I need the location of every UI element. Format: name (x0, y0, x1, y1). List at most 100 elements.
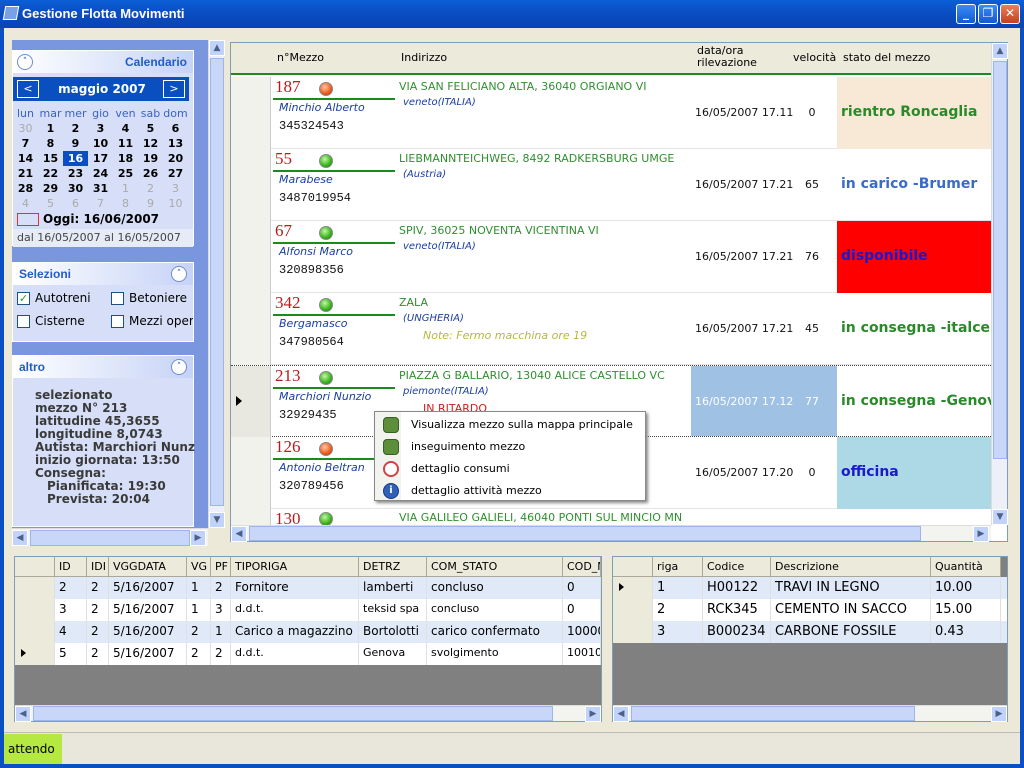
column-header[interactable]: n°Mezzo (271, 43, 395, 75)
row-selector[interactable] (231, 77, 271, 149)
calendar-day[interactable]: 26 (138, 166, 163, 181)
calendar-day[interactable]: 6 (63, 196, 88, 211)
scroll-thumb[interactable] (249, 526, 921, 541)
calendar-day[interactable]: 3 (163, 181, 188, 196)
scroll-up-icon[interactable]: ▲ (992, 43, 1008, 59)
row-selector[interactable] (231, 293, 271, 365)
scroll-right-icon[interactable]: ▶ (190, 530, 206, 546)
calendar-day[interactable]: 8 (113, 196, 138, 211)
calendar-day[interactable]: 2 (138, 181, 163, 196)
scroll-right-icon[interactable]: ▶ (973, 526, 989, 542)
calendar-day[interactable]: 14 (13, 151, 38, 166)
trips-horizontal-scrollbar[interactable]: ◀ ▶ (15, 705, 601, 722)
calendar-day[interactable]: 8 (38, 136, 63, 151)
today-label[interactable]: Oggi: 16/06/2007 (43, 212, 159, 226)
checkbox-betoniere[interactable]: Betoniere (111, 291, 187, 305)
calendar-day[interactable]: 9 (138, 196, 163, 211)
row-selector[interactable] (231, 149, 271, 221)
menu-item-activity[interactable]: i dettaglio attività mezzo (379, 480, 641, 502)
calendar-day[interactable]: 15 (38, 151, 63, 166)
column-header[interactable]: COD_M (563, 557, 601, 577)
column-header[interactable]: VG (187, 557, 211, 577)
calendar-day[interactable]: 1 (113, 181, 138, 196)
next-month-button[interactable]: > (163, 80, 185, 98)
column-header[interactable]: ID (55, 557, 87, 577)
column-header[interactable]: Codice (703, 557, 771, 577)
checkbox-autotreni[interactable]: ✓ Autotreni (17, 291, 91, 305)
column-header[interactable]: Indirizzo (395, 43, 691, 75)
column-header[interactable]: Descrizione (771, 557, 931, 577)
scroll-thumb[interactable] (30, 530, 190, 546)
scroll-down-icon[interactable]: ▼ (209, 512, 225, 528)
scroll-up-icon[interactable]: ▲ (209, 40, 225, 56)
vehicle-row[interactable]: 342 Bergamasco 347980564 ZALA (UNGHERIA)… (231, 293, 991, 365)
scroll-left-icon[interactable]: ◀ (231, 526, 247, 542)
checkbox-cisterne[interactable]: Cisterne (17, 314, 85, 328)
calendar-day[interactable]: 25 (113, 166, 138, 181)
scroll-thumb[interactable] (33, 706, 553, 721)
grid-horizontal-scrollbar[interactable]: ◀ ▶ (231, 525, 991, 542)
table-row[interactable]: 4 2 5/16/2007 2 1 Carico a magazzino Bor… (15, 621, 601, 643)
calendar-day[interactable]: 30 (63, 181, 88, 196)
calendar-day[interactable]: 31 (88, 181, 113, 196)
vehicle-row[interactable]: 130 VIA GALILEO GALIELI, 46040 PONTI SUL… (231, 509, 991, 525)
left-vertical-scrollbar[interactable]: ▲ ▼ (208, 40, 225, 528)
calendar-day[interactable]: 4 (113, 121, 138, 136)
collapse-selezioni-icon[interactable]: ˄ (171, 266, 187, 282)
calendar-day[interactable]: 9 (63, 136, 88, 151)
collapse-altro-icon[interactable]: ˄ (171, 359, 187, 375)
vehicle-row[interactable]: 55 Marabese 3487019954 LIEBMANNTEICHWEG,… (231, 149, 991, 221)
column-header[interactable]: riga (653, 557, 703, 577)
calendar-day[interactable]: 6 (163, 121, 188, 136)
checkbox-checked-icon[interactable]: ✓ (17, 292, 30, 305)
menu-item-track-vehicle[interactable]: inseguimento mezzo (379, 436, 641, 458)
scroll-left-icon[interactable]: ◀ (12, 530, 28, 546)
calendar-day[interactable]: 7 (13, 136, 38, 151)
calendar-day[interactable]: 17 (88, 151, 113, 166)
scroll-left-icon[interactable]: ◀ (15, 706, 31, 722)
calendar-day[interactable]: 30 (13, 121, 38, 136)
calendar-day[interactable]: 21 (13, 166, 38, 181)
scroll-down-icon[interactable]: ▼ (992, 509, 1008, 525)
column-header[interactable]: VGGDATA (109, 557, 187, 577)
grid-vertical-scrollbar[interactable]: ▲ ▼ (991, 43, 1008, 525)
calendar-day[interactable]: 20 (163, 151, 188, 166)
prev-month-button[interactable]: < (17, 80, 39, 98)
calendar-day[interactable]: 29 (38, 181, 63, 196)
column-header[interactable]: velocità (787, 43, 837, 75)
collapse-calendar-icon[interactable]: ˄ (17, 54, 33, 70)
checkbox-icon[interactable] (111, 292, 124, 305)
column-header[interactable]: DETRZ (359, 557, 427, 577)
scroll-left-icon[interactable]: ◀ (613, 706, 629, 722)
calendar-day[interactable]: 2 (63, 121, 88, 136)
vehicle-row[interactable]: 67 Alfonsi Marco 320898356 SPIV, 36025 N… (231, 221, 991, 293)
column-header[interactable]: TIPORIGA (231, 557, 359, 577)
row-selector[interactable] (613, 599, 653, 621)
scroll-thumb[interactable] (210, 58, 224, 506)
calendar-day[interactable]: 11 (113, 136, 138, 151)
left-horizontal-scrollbar[interactable]: ◀ ▶ (12, 528, 208, 546)
row-selector[interactable] (15, 577, 55, 599)
menu-item-consumption[interactable]: dettaglio consumi (379, 458, 641, 480)
calendar-day[interactable]: 27 (163, 166, 188, 181)
table-row-current[interactable]: 1 H00122 TRAVI IN LEGNO 10.00 (613, 577, 1007, 599)
calendar-day[interactable]: 4 (13, 196, 38, 211)
column-header[interactable]: COM_STATO (427, 557, 563, 577)
row-selector[interactable] (231, 221, 271, 293)
calendar-day-selected[interactable]: 16 (63, 151, 88, 166)
checkbox-icon[interactable] (111, 315, 124, 328)
column-header[interactable]: stato del mezzo (837, 43, 991, 75)
column-header[interactable]: data/ora rilevazione (691, 43, 787, 75)
calendar-day[interactable]: 28 (13, 181, 38, 196)
table-row[interactable]: 3 B000234 CARBONE FOSSILE 0.43 (613, 621, 1007, 643)
calendar-day[interactable]: 24 (88, 166, 113, 181)
row-selector[interactable] (231, 509, 271, 525)
calendar-day[interactable]: 18 (113, 151, 138, 166)
table-row[interactable]: 3 2 5/16/2007 1 3 d.d.t. teksid spa conc… (15, 599, 601, 621)
calendar-day[interactable]: 19 (138, 151, 163, 166)
calendar-day[interactable]: 7 (88, 196, 113, 211)
calendar-day[interactable]: 10 (163, 196, 188, 211)
table-row-current[interactable]: 5 2 5/16/2007 2 2 d.d.t. Genova svolgime… (15, 643, 601, 665)
row-selector[interactable] (15, 621, 55, 643)
column-header[interactable]: PF (211, 557, 231, 577)
